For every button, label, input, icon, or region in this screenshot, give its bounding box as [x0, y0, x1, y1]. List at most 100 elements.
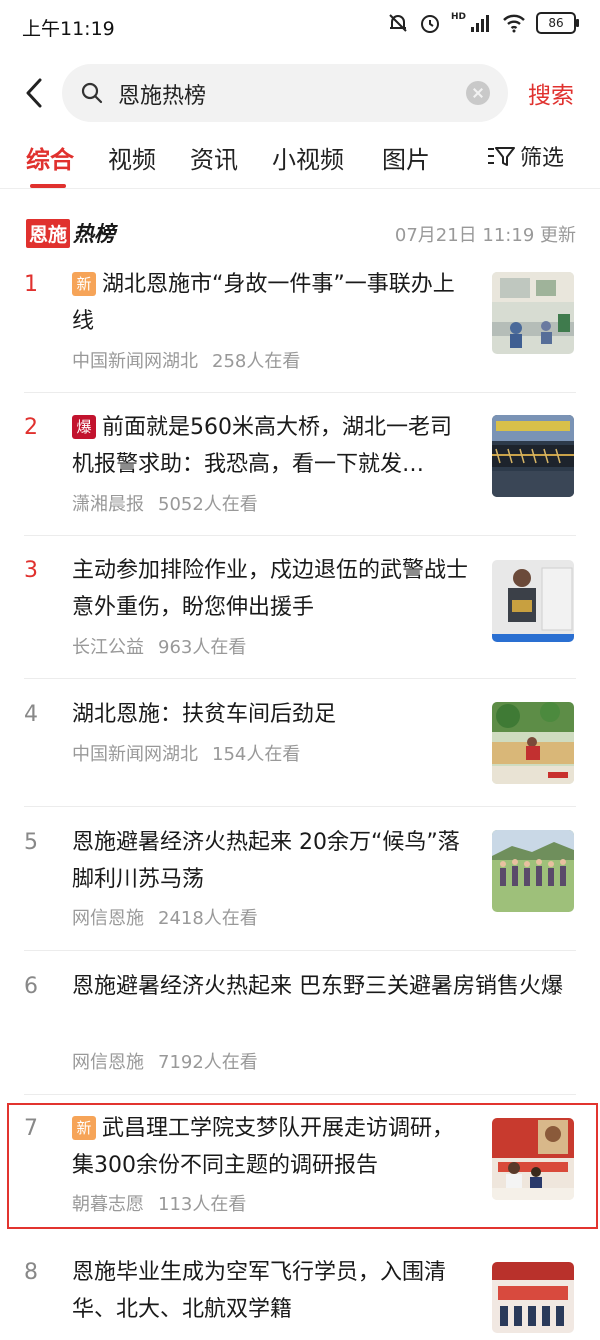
list-item[interactable]: 3 主动参加排险作业，戍边退伍的武警战士意外重伤，盼您伸出援手 长江公益 963人… — [0, 548, 600, 678]
item-title: 爆前面就是560米高大桥，湖北一老司机报警求助：我恐高，看一下就发… — [72, 409, 472, 483]
list-item[interactable]: 2 爆前面就是560米高大桥，湖北一老司机报警求助：我恐高，看一下就发… 潇湘晨… — [0, 405, 600, 535]
item-title-text: 恩施避暑经济火热起来 巴东野三关避暑房销售火爆 — [72, 974, 563, 999]
rank-number: 2 — [24, 415, 38, 440]
new-tag: 新 — [72, 1116, 96, 1140]
filter-label: 筛选 — [520, 146, 565, 171]
search-button[interactable]: 搜索 — [528, 76, 574, 110]
item-thumbnail — [492, 1262, 574, 1333]
status-time: 上午11:19 — [22, 18, 115, 40]
item-thumbnail — [492, 702, 574, 784]
list-divider — [24, 950, 576, 951]
item-thumbnail — [492, 415, 574, 497]
list-item[interactable]: 8 恩施毕业生成为空军飞行学员，入围清华、北大、北航双学籍 — [0, 1250, 600, 1340]
item-thumbnail — [492, 830, 574, 912]
tab-comprehensive[interactable]: 综合 — [26, 140, 74, 175]
tab-short-video[interactable]: 小视频 — [272, 140, 344, 175]
item-views: 2418人在看 — [158, 908, 258, 929]
item-source: 中国新闻网湖北 — [72, 744, 198, 765]
new-tag: 新 — [72, 272, 96, 296]
item-meta: 中国新闻网湖北 258人在看 — [72, 347, 300, 373]
hot-tag: 爆 — [72, 415, 96, 439]
item-title: 恩施毕业生成为空军飞行学员，入围清华、北大、北航双学籍 — [72, 1254, 472, 1328]
rank-number: 8 — [24, 1260, 38, 1285]
list-divider — [24, 678, 576, 679]
item-views: 5052人在看 — [158, 494, 258, 515]
item-source: 潇湘晨报 — [72, 494, 144, 515]
item-title-text: 恩施避暑经济火热起来 20余万“候鸟”落脚利川苏马荡 — [72, 830, 460, 892]
alarm-icon — [420, 15, 439, 33]
list-item[interactable]: 7 新武昌理工学院支梦队开展走访调研，集300余份不同主题的调研报告 朝暮志愿 1… — [0, 1106, 600, 1228]
item-title: 新武昌理工学院支梦队开展走访调研，集300余份不同主题的调研报告 — [72, 1110, 472, 1184]
rank-number: 3 — [24, 558, 38, 583]
list-divider — [24, 392, 576, 393]
item-views: 258人在看 — [212, 351, 301, 372]
tab-news[interactable]: 资讯 — [190, 140, 238, 175]
item-title-text: 恩施毕业生成为空军飞行学员，入围清华、北大、北航双学籍 — [72, 1260, 447, 1322]
status-icons: HD 86 — [387, 12, 579, 34]
filter-icon — [488, 147, 515, 166]
battery-icon: 86 — [536, 12, 579, 34]
item-meta: 网信恩施 2418人在看 — [72, 904, 258, 930]
search-query: 恩施热榜 — [118, 84, 207, 109]
tab-video[interactable]: 视频 — [108, 140, 156, 175]
rank-number: 1 — [24, 272, 38, 297]
item-views: 7192人在看 — [158, 1052, 258, 1073]
hotlist-logo-title: 热榜 — [73, 222, 116, 246]
item-title-text: 武昌理工学院支梦队开展走访调研，集300余份不同主题的调研报告 — [72, 1116, 455, 1178]
item-title: 新湖北恩施市“身故一件事”一事联办上线 — [72, 266, 472, 340]
item-title: 恩施避暑经济火热起来 巴东野三关避暑房销售火爆 — [72, 968, 572, 1005]
signal-icon — [471, 15, 489, 32]
hotlist-logo: 恩施 热榜 — [26, 218, 115, 248]
clear-icon[interactable] — [466, 81, 490, 105]
item-source: 网信恩施 — [72, 1052, 144, 1073]
mute-bell-icon — [389, 14, 407, 32]
back-icon[interactable] — [18, 74, 52, 112]
list-item[interactable]: 4 湖北恩施：扶贫车间后劲足 中国新闻网湖北 154人在看 — [0, 690, 600, 805]
list-divider — [24, 1094, 576, 1095]
hotlist-logo-region: 恩施 — [26, 218, 71, 248]
item-source: 网信恩施 — [72, 908, 144, 929]
list-divider — [24, 535, 576, 536]
item-meta: 潇湘晨报 5052人在看 — [72, 490, 258, 516]
item-thumbnail — [492, 560, 574, 642]
item-title-text: 前面就是560米高大桥，湖北一老司机报警求助：我恐高，看一下就发… — [72, 415, 452, 477]
hotlist-update-time: 07月21日 11:19 更新 — [394, 225, 576, 246]
item-views: 963人在看 — [158, 637, 247, 658]
status-bar: 上午11:19 HD 86 — [0, 0, 600, 52]
item-title-text: 主动参加排险作业，戍边退伍的武警战士意外重伤，盼您伸出援手 — [72, 558, 469, 620]
list-item[interactable]: 5 恩施避暑经济火热起来 20余万“候鸟”落脚利川苏马荡 网信恩施 2418人在看 — [0, 818, 600, 948]
tab-images[interactable]: 图片 — [382, 140, 430, 175]
item-meta: 网信恩施 7192人在看 — [72, 1048, 258, 1074]
item-title: 湖北恩施：扶贫车间后劲足 — [72, 696, 472, 733]
item-thumbnail — [492, 1118, 574, 1200]
search-input[interactable]: 恩施热榜 — [62, 64, 508, 122]
search-icon — [81, 82, 103, 104]
item-title: 主动参加排险作业，戍边退伍的武警战士意外重伤，盼您伸出援手 — [72, 552, 472, 626]
tabs-divider — [0, 188, 600, 189]
item-meta: 朝暮志愿 113人在看 — [72, 1190, 246, 1216]
category-tabs: 综合 视频 资讯 小视频 图片 筛选 — [0, 140, 600, 188]
rank-number: 7 — [24, 1116, 38, 1141]
hotlist-header: 恩施 热榜 07月21日 11:19 更新 — [26, 218, 576, 252]
item-source: 长江公益 — [72, 637, 144, 658]
list-item[interactable]: 1 新湖北恩施市“身故一件事”一事联办上线 中国新闻网湖北 258人在看 — [0, 262, 600, 392]
item-title: 恩施避暑经济火热起来 20余万“候鸟”落脚利川苏马荡 — [72, 824, 472, 898]
rank-number: 4 — [24, 702, 38, 727]
rank-number: 6 — [24, 974, 38, 999]
list-divider — [24, 806, 576, 807]
item-views: 154人在看 — [212, 744, 301, 765]
item-meta: 中国新闻网湖北 154人在看 — [72, 740, 300, 766]
item-title-text: 湖北恩施：扶贫车间后劲足 — [72, 702, 337, 727]
item-meta: 长江公益 963人在看 — [72, 633, 246, 659]
item-title-text: 湖北恩施市“身故一件事”一事联办上线 — [72, 272, 455, 334]
hd-label: HD — [450, 12, 466, 22]
item-source: 朝暮志愿 — [72, 1194, 144, 1215]
item-views: 113人在看 — [158, 1194, 247, 1215]
rank-number: 5 — [24, 830, 38, 855]
wifi-icon — [503, 14, 525, 33]
list-item[interactable]: 6 恩施避暑经济火热起来 巴东野三关避暑房销售火爆 网信恩施 7192人在看 — [0, 962, 600, 1092]
item-thumbnail — [492, 272, 574, 354]
search-row: 恩施热榜 搜索 — [0, 62, 600, 124]
filter-button[interactable]: 筛选 — [486, 140, 564, 172]
item-source: 中国新闻网湖北 — [72, 351, 198, 372]
